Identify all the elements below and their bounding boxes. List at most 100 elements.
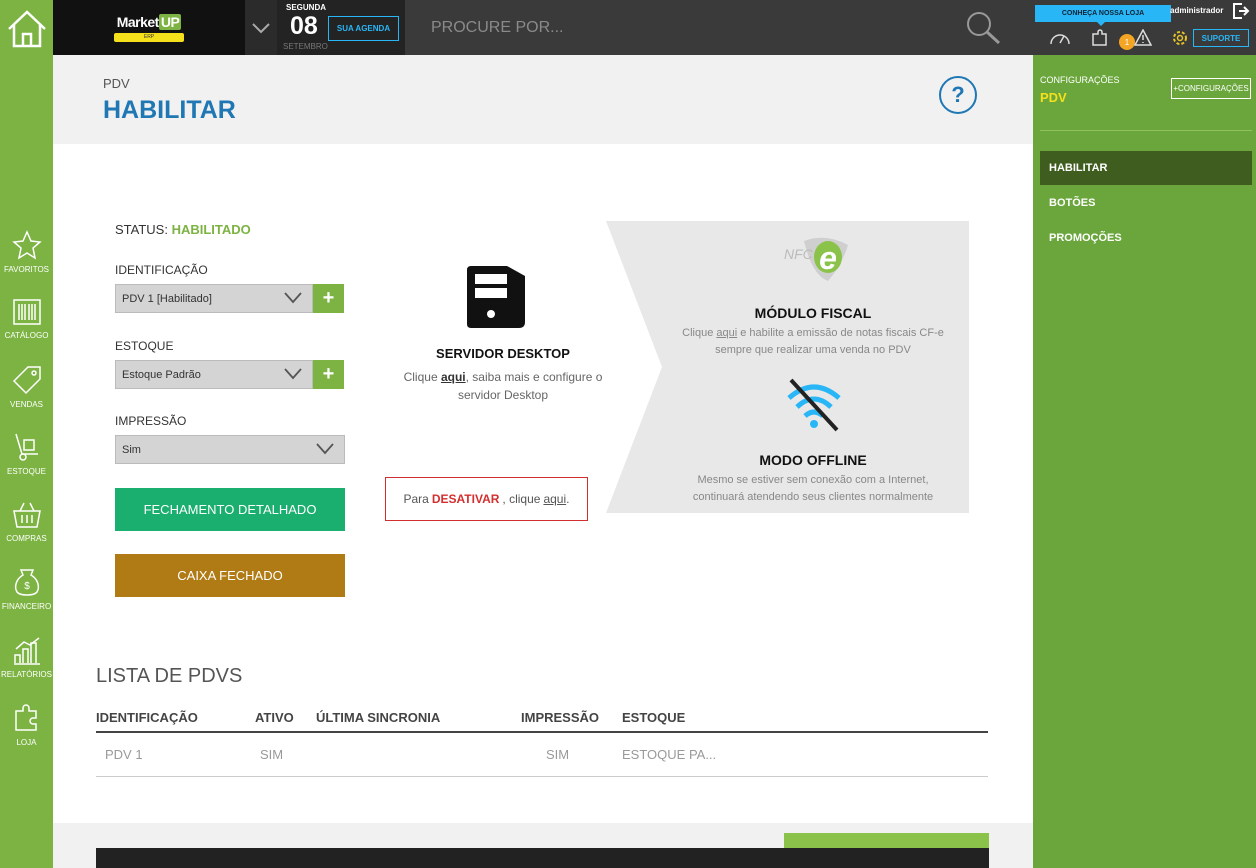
warning-icon[interactable]	[1133, 28, 1153, 51]
speedometer-icon[interactable]	[1049, 29, 1071, 52]
footer	[53, 823, 1033, 868]
money-bag-icon: $	[14, 569, 39, 596]
sidebar-item-promocoes[interactable]: PROMOÇÕES	[1040, 221, 1252, 255]
gear-icon[interactable]	[1171, 29, 1189, 52]
sidebar-section-label: CONFIGURAÇÕES	[1040, 75, 1120, 85]
home-button[interactable]	[0, 0, 53, 55]
sidebar-divider	[1040, 130, 1252, 131]
nav-label: RELATÓRIOS	[1, 670, 52, 679]
svg-text:NFC: NFC	[784, 246, 814, 262]
add-configuration-button[interactable]: +CONFIGURAÇÕES	[1171, 78, 1251, 99]
chevron-down-icon	[284, 368, 302, 380]
cell-estoque: ESTOQUE PA...	[622, 747, 717, 762]
right-sidebar: CONFIGURAÇÕES PDV +CONFIGURAÇÕES HABILIT…	[1033, 55, 1256, 868]
hand-truck-icon	[14, 433, 38, 461]
nav-label: COMPRAS	[6, 534, 47, 543]
sidebar-module-name: PDV	[1040, 90, 1067, 105]
nav-compras[interactable]: COMPRAS	[0, 501, 53, 543]
deactivate-link[interactable]: aqui	[543, 492, 566, 506]
support-button[interactable]: SUPORTE	[1193, 29, 1249, 47]
nav-loja[interactable]: LOJA	[0, 703, 53, 747]
fiscal-link[interactable]: aqui	[716, 327, 737, 339]
alert-count-badge: 1	[1119, 34, 1135, 50]
nav-label: LOJA	[16, 738, 37, 747]
server-description: Clique aqui, saiba mais e configure o se…	[403, 370, 603, 402]
header-divider	[96, 731, 988, 733]
fiscal-title: MÓDULO FISCAL	[754, 305, 872, 321]
app-switcher-button[interactable]	[245, 0, 277, 55]
col-identificacao[interactable]: IDENTIFICAÇÃO	[96, 710, 198, 725]
svg-text:$: $	[24, 581, 30, 592]
fiscal-description: Clique aqui e habilite a emissão de nota…	[682, 327, 944, 356]
add-pdv-button[interactable]: +	[313, 284, 344, 313]
cell-ativo: SIM	[260, 747, 284, 762]
identificacao-label: IDENTIFICAÇÃO	[115, 263, 208, 277]
row-divider	[96, 776, 988, 777]
col-impressao[interactable]: IMPRESSÃO	[521, 710, 599, 725]
status-value: HABILITADO	[171, 222, 251, 237]
agenda-button[interactable]: SUA AGENDA	[328, 16, 399, 41]
select-value: Estoque Padrão	[122, 368, 201, 381]
month: SETEMBRO	[283, 42, 328, 51]
nav-favoritos[interactable]: FAVORITOS	[0, 230, 53, 274]
tag-icon	[12, 366, 41, 395]
status-row: STATUS: HABILITADO	[115, 222, 251, 237]
nav-label: VENDAS	[10, 400, 43, 409]
nav-label: FAVORITOS	[3, 265, 50, 274]
identificacao-select[interactable]: PDV 1 [Habilitado]	[115, 284, 313, 313]
select-value: PDV 1 [Habilitado]	[122, 292, 212, 305]
home-icon	[7, 9, 46, 47]
brand-logo[interactable]: Market UP ERP	[53, 0, 245, 55]
day: 08	[290, 12, 318, 40]
offline-description: Mesmo se estiver sem conexão com a Inter…	[692, 474, 934, 503]
breadcrumb: PDV	[103, 76, 130, 91]
estoque-label: ESTOQUE	[115, 339, 174, 353]
server-link[interactable]: aqui	[441, 370, 466, 384]
top-bar: Market UP ERP SEGUNDA 08 SETEMBRO SUA AGE…	[0, 0, 1256, 55]
brand-name: Market UP	[116, 13, 182, 30]
col-ultima-sincronia[interactable]: ÚLTIMA SINCRONIA	[316, 710, 440, 725]
nav-label: CATÁLOGO	[4, 331, 49, 340]
impressao-select[interactable]: Sim	[115, 435, 345, 464]
bar-chart-icon	[13, 637, 40, 665]
fechamento-detalhado-button[interactable]: FECHAMENTO DETALHADO	[115, 488, 345, 531]
footer-green-button[interactable]	[784, 833, 989, 848]
nav-label: ESTOQUE	[7, 467, 46, 476]
caixa-fechado-button[interactable]: CAIXA FECHADO	[115, 554, 345, 597]
impressao-label: IMPRESSÃO	[115, 414, 187, 428]
sidebar-item-botoes[interactable]: BOTÕES	[1040, 186, 1252, 220]
help-button[interactable]: ?	[939, 76, 977, 114]
server-title: SERVIDOR DESKTOP	[436, 346, 570, 361]
nav-estoque[interactable]: ESTOQUE	[0, 432, 53, 476]
star-icon	[11, 230, 42, 260]
server-icon	[463, 264, 529, 335]
sidebar-item-habilitar[interactable]: HABILITAR	[1040, 151, 1252, 185]
estoque-select[interactable]: Estoque Padrão	[115, 360, 313, 389]
svg-text:e: e	[819, 240, 837, 276]
add-estoque-button[interactable]: +	[313, 360, 344, 389]
search-input[interactable]: PROCURE POR...	[431, 19, 563, 37]
chevron-down-icon	[284, 292, 302, 304]
nfce-logo-icon: e NFC	[782, 235, 852, 290]
col-ativo[interactable]: ATIVO	[255, 710, 294, 725]
cell-identificacao[interactable]: PDV 1	[105, 747, 143, 762]
brand-sub: ERP	[114, 32, 184, 42]
col-estoque[interactable]: ESTOQUE	[622, 710, 685, 725]
nav-label: FINANCEIRO	[1, 602, 52, 611]
chevron-down-icon	[316, 443, 334, 455]
search-icon[interactable]	[964, 10, 1002, 51]
offline-title: MODO OFFLINE	[759, 452, 867, 468]
nav-catalogo[interactable]: CATÁLOGO	[0, 298, 53, 340]
nav-vendas[interactable]: VENDAS	[0, 365, 53, 409]
barcode-icon	[12, 299, 41, 325]
nav-financeiro[interactable]: $ FINANCEIRO	[0, 567, 53, 611]
select-value: Sim	[122, 443, 141, 456]
puzzle-icon[interactable]	[1091, 29, 1109, 52]
logout-icon[interactable]	[1232, 2, 1250, 25]
wifi-off-icon	[785, 378, 843, 437]
main-content: PDV HABILITAR ? STATUS: HABILITADO IDENT…	[53, 55, 1033, 868]
chevron-down-icon	[252, 22, 270, 33]
nav-relatorios[interactable]: RELATÓRIOS	[0, 637, 53, 679]
pdv-list-title: LISTA DE PDVS	[96, 665, 243, 687]
user-name[interactable]: administrador	[1170, 6, 1223, 15]
